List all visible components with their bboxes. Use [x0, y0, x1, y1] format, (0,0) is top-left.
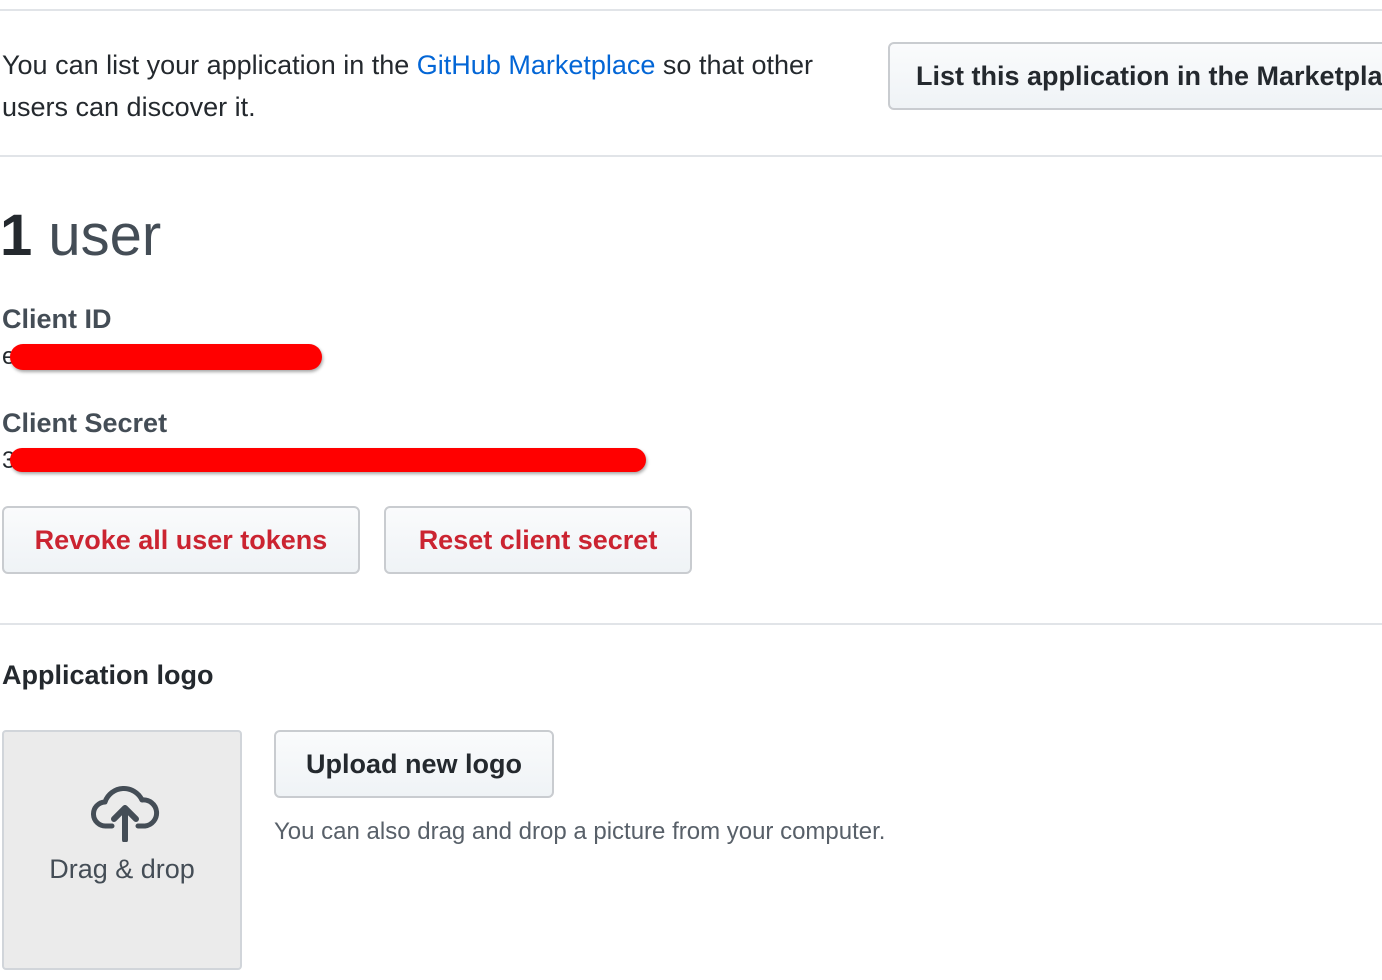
- divider: [0, 9, 1382, 11]
- dropzone-label: Drag & drop: [49, 854, 195, 884]
- logo-dropzone[interactable]: Drag & drop: [2, 730, 242, 970]
- client-secret-label: Client Secret: [2, 408, 168, 438]
- user-count-unit: user: [48, 203, 162, 268]
- divider: [0, 155, 1382, 157]
- cloud-upload-icon: [91, 786, 160, 842]
- client-secret-redaction: [10, 448, 646, 472]
- app-settings-page: You can list your application in the Git…: [0, 0, 1382, 980]
- marketplace-link[interactable]: GitHub Marketplace: [417, 50, 656, 80]
- revoke-all-user-tokens-button[interactable]: Revoke all user tokens: [2, 506, 360, 574]
- application-logo-heading: Application logo: [2, 660, 214, 690]
- divider: [0, 623, 1382, 625]
- upload-new-logo-button[interactable]: Upload new logo: [274, 730, 554, 798]
- marketplace-description: You can list your application in the Git…: [2, 44, 886, 128]
- list-in-marketplace-button[interactable]: List this application in the Marketplace: [888, 42, 1382, 110]
- client-id-redaction: [10, 344, 322, 370]
- upload-note: You can also drag and drop a picture fro…: [274, 818, 886, 845]
- marketplace-text-before: You can list your application in the: [2, 50, 410, 80]
- client-id-label: Client ID: [2, 304, 112, 334]
- user-count-number: 1: [0, 203, 33, 268]
- reset-client-secret-button[interactable]: Reset client secret: [384, 506, 692, 574]
- user-count: 1 user: [0, 198, 161, 274]
